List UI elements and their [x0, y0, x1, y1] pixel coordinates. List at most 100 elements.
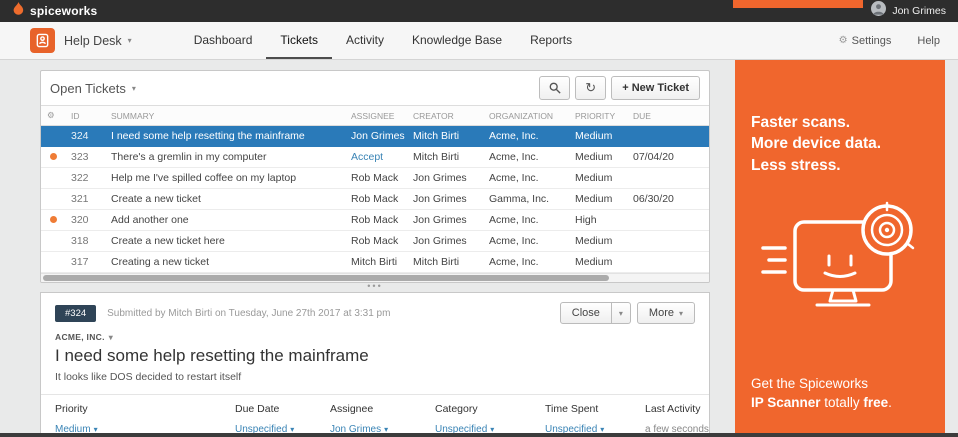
column-header-assignee[interactable]: ASSIGNEE [345, 106, 407, 126]
cell-due [627, 252, 683, 273]
more-label: More [649, 307, 674, 319]
settings-link[interactable]: ⚙ Settings [839, 35, 892, 47]
topbar: spiceworks Jon Grimes [0, 0, 958, 22]
field-category: CategoryUnspecified ▾ [435, 403, 545, 437]
nav-tab-tickets[interactable]: Tickets [266, 22, 332, 59]
column-header-id[interactable]: ID [65, 106, 105, 126]
user-name: Jon Grimes [892, 5, 946, 17]
columns-settings-icon[interactable]: ⚙ [47, 110, 55, 120]
ip-scanner-illustration [759, 200, 921, 322]
cell-organization: Acme, Inc. [483, 252, 569, 273]
field-label: Assignee [330, 403, 435, 415]
window-bottom-edge [0, 433, 958, 437]
cell-summary: Help me I've spilled coffee on my laptop [105, 168, 345, 189]
ticket-number-badge: #324 [55, 305, 96, 322]
column-header-organization[interactable]: ORGANIZATION [483, 106, 569, 126]
avatar [871, 1, 886, 21]
chevron-down-icon: ▾ [679, 309, 683, 318]
submitted-text: Submitted by Mitch Birti on Tuesday, Jun… [107, 308, 390, 319]
cell-due [627, 168, 683, 189]
unread-indicator [50, 195, 57, 202]
tickets-panel-header: Open Tickets ▾ ↻ + New Ticket [41, 71, 709, 105]
field-label: Category [435, 403, 545, 415]
settings-label: Settings [852, 35, 892, 47]
search-button[interactable] [539, 76, 570, 100]
cell-assignee: Mitch Birti [345, 252, 407, 273]
help-desk-icon[interactable] [30, 28, 55, 53]
ad-panel[interactable]: Faster scans. More device data. Less str… [735, 60, 945, 437]
cell-assignee: Rob Mack [345, 189, 407, 210]
help-link[interactable]: Help [917, 35, 940, 47]
unread-indicator [50, 216, 57, 223]
ad-headline-line: Faster scans. [751, 112, 929, 133]
refresh-icon: ↻ [585, 80, 596, 96]
unread-indicator [50, 237, 57, 244]
user-menu[interactable]: Jon Grimes [871, 1, 946, 21]
cell-assignee[interactable]: Accept [345, 147, 407, 168]
cell-organization: Acme, Inc. [483, 168, 569, 189]
tickets-filter-label: Open Tickets [50, 81, 126, 96]
search-icon [549, 82, 561, 94]
close-options-button[interactable]: ▾ [612, 302, 631, 324]
field-label: Time Spent [545, 403, 645, 415]
cell-assignee: Rob Mack [345, 231, 407, 252]
field-priority: PriorityMedium ▾ [55, 403, 235, 437]
field-label: Last Activity [645, 403, 709, 415]
field-due-date: Due DateUnspecified ▾ [235, 403, 330, 437]
organization-dropdown[interactable]: ACME, INC. ▾ [55, 332, 695, 342]
chevron-down-icon: ▾ [619, 309, 623, 318]
cell-creator: Jon Grimes [407, 189, 483, 210]
column-header-due[interactable]: DUE [627, 106, 683, 126]
open-tickets-filter-dropdown[interactable]: Open Tickets ▾ [50, 81, 136, 96]
cell-summary: Creating a new ticket [105, 252, 345, 273]
column-header-priority[interactable]: PRIORITY [569, 106, 627, 126]
new-ticket-button[interactable]: + New Ticket [611, 76, 700, 100]
ad-footer-line2: IP Scanner totally free. [751, 393, 935, 413]
column-header-summary[interactable]: SUMMARY [105, 106, 345, 126]
cell-creator: Jon Grimes [407, 231, 483, 252]
help-label: Help [917, 35, 940, 47]
ticket-row-322[interactable]: 322Help me I've spilled coffee on my lap… [41, 168, 709, 189]
nav-tabs: DashboardTicketsActivityKnowledge BaseRe… [180, 22, 586, 59]
ticket-attributes-bar: PriorityMedium ▾Due DateUnspecified ▾Ass… [41, 394, 709, 437]
column-header-creator[interactable]: CREATOR [407, 106, 483, 126]
cell-due [627, 126, 683, 147]
cell-id: 323 [65, 147, 105, 168]
cell-creator: Jon Grimes [407, 168, 483, 189]
nav-tab-dashboard[interactable]: Dashboard [180, 22, 267, 59]
cell-id: 320 [65, 210, 105, 231]
close-ticket-button[interactable]: Close [560, 302, 612, 324]
app-switcher-label: Help Desk [64, 34, 122, 48]
ad-headline-line: More device data. [751, 133, 929, 154]
ticket-row-320[interactable]: 320Add another oneRob MackJon GrimesAcme… [41, 210, 709, 231]
field-label: Priority [55, 403, 235, 415]
ticket-row-321[interactable]: 321Create a new ticketRob MackJon Grimes… [41, 189, 709, 210]
chevron-down-icon: ▾ [128, 36, 132, 45]
spiceworks-logo-icon [12, 2, 25, 21]
spiceworks-helpdesk-screen: spiceworks Jon Grimes Help Desk ▾ Dashbo… [0, 0, 958, 437]
table-header-row: ⚙ IDSUMMARYASSIGNEECREATORORGANIZATIONPR… [41, 106, 709, 126]
cell-id: 324 [65, 126, 105, 147]
spiceworks-brand[interactable]: spiceworks [12, 2, 97, 21]
detail-header: #324 Submitted by Mitch Birti on Tuesday… [55, 302, 695, 324]
cell-priority: Medium [569, 126, 627, 147]
refresh-button[interactable]: ↻ [575, 76, 606, 100]
ticket-row-323[interactable]: 323There's a gremlin in my computerAccep… [41, 147, 709, 168]
cell-priority: Medium [569, 168, 627, 189]
nav-tab-reports[interactable]: Reports [516, 22, 586, 59]
panel-resize-handle[interactable]: ••• [40, 281, 710, 291]
ticket-row-324[interactable]: 324I need some help resetting the mainfr… [41, 126, 709, 147]
navbar: Help Desk ▾ DashboardTicketsActivityKnow… [0, 22, 958, 60]
cell-summary: Create a new ticket [105, 189, 345, 210]
ticket-row-318[interactable]: 318Create a new ticket hereRob MackJon G… [41, 231, 709, 252]
nav-tab-knowledge-base[interactable]: Knowledge Base [398, 22, 516, 59]
cell-priority: Medium [569, 252, 627, 273]
nav-tab-activity[interactable]: Activity [332, 22, 398, 59]
more-button[interactable]: More ▾ [637, 302, 695, 324]
cell-id: 318 [65, 231, 105, 252]
cell-assignee: Jon Grimes [345, 126, 407, 147]
cell-creator: Mitch Birti [407, 147, 483, 168]
cell-organization: Acme, Inc. [483, 210, 569, 231]
ticket-row-317[interactable]: 317Creating a new ticketMitch BirtiMitch… [41, 252, 709, 273]
app-switcher[interactable]: Help Desk ▾ [64, 34, 132, 48]
